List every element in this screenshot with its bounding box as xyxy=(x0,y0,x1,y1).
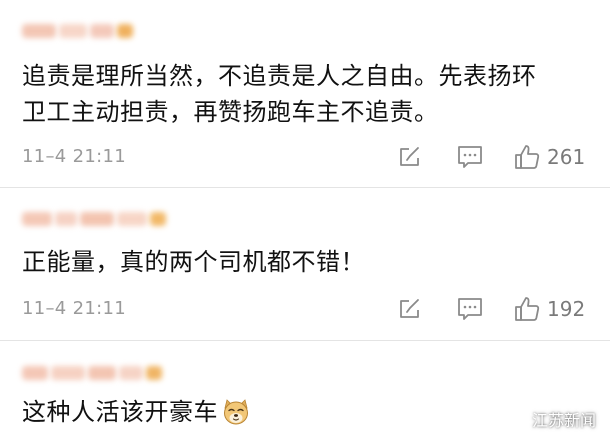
comment-text: 正能量，真的两个司机都不错！ xyxy=(22,244,365,280)
comment-icon xyxy=(458,298,482,320)
share-icon xyxy=(400,299,419,318)
share-button[interactable] xyxy=(398,295,422,323)
comment-timestamp: 11–4 21:11 xyxy=(22,298,126,319)
comment-timestamp: 11–4 21:11 xyxy=(22,146,126,167)
comment-icon xyxy=(458,146,482,168)
like-button[interactable]: 261 xyxy=(514,143,585,171)
divider xyxy=(0,187,610,188)
like-count: 192 xyxy=(547,297,586,321)
like-icon xyxy=(515,297,540,321)
like-button[interactable]: 192 xyxy=(514,295,585,323)
watermark-text: 江苏新闻 xyxy=(531,411,596,430)
comment-text-line: 追责是理所当然，不追责是人之自由。先表扬环 xyxy=(22,62,537,90)
username-blurred[interactable] xyxy=(22,364,162,382)
share-icon xyxy=(400,147,419,166)
username-blurred[interactable] xyxy=(22,210,166,228)
like-count: 261 xyxy=(547,145,586,169)
username-blurred[interactable] xyxy=(22,22,133,40)
divider xyxy=(0,340,610,341)
comment-text-line: 正能量，真的两个司机都不错！ xyxy=(22,248,365,276)
comment-text-line: 这种人活该开豪车 xyxy=(22,398,218,426)
wechat-logo-icon xyxy=(508,410,528,427)
watermark: 江苏新闻 xyxy=(508,407,596,431)
comment-text: 这种人活该开豪车 xyxy=(22,394,250,436)
comment-button[interactable] xyxy=(457,143,483,171)
doge-emoji-icon xyxy=(222,398,250,436)
comment-meta: 11–4 21:11 261 xyxy=(0,143,610,171)
comment-text-line: 卫工主动担责，再赞扬跑车主不追责。 xyxy=(22,98,439,126)
comment-text: 追责是理所当然，不追责是人之自由。先表扬环 卫工主动担责，再赞扬跑车主不追责。 xyxy=(22,58,537,130)
share-button[interactable] xyxy=(398,143,422,171)
like-icon xyxy=(515,145,540,169)
comment-button[interactable] xyxy=(457,295,483,323)
comment-meta: 11–4 21:11 192 xyxy=(0,295,610,323)
